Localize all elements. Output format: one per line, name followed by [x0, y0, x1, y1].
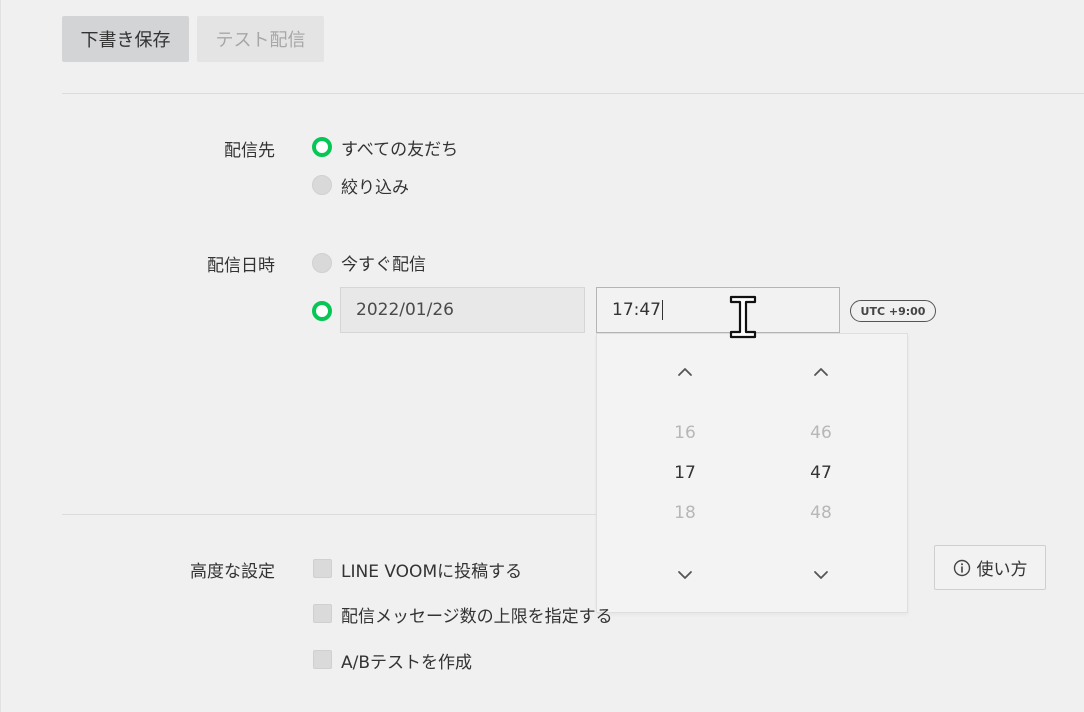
radio-all-friends-label[interactable]: すべての友だち: [341, 135, 458, 160]
info-icon: [953, 559, 970, 576]
section-divider: [62, 514, 596, 515]
radio-filter-label[interactable]: 絞り込み: [341, 173, 409, 198]
hour-column: 16 17 18: [645, 334, 725, 612]
checkbox-message-limit-label[interactable]: 配信メッセージ数の上限を指定する: [341, 602, 613, 627]
radio-filter[interactable]: [312, 175, 332, 195]
radio-send-now[interactable]: [312, 253, 332, 273]
hour-current[interactable]: 17: [645, 463, 725, 483]
test-send-button[interactable]: テスト配信: [197, 16, 324, 62]
time-input-value: 17:47: [612, 300, 661, 320]
minute-current[interactable]: 47: [781, 463, 861, 483]
schedule-label: 配信日時: [207, 256, 275, 276]
minute-next[interactable]: 48: [781, 503, 861, 523]
recipients-label: 配信先: [224, 141, 275, 161]
hour-prev[interactable]: 16: [645, 423, 725, 443]
checkbox-ab-test-label[interactable]: A/Bテストを作成: [341, 648, 472, 673]
checkbox-message-limit[interactable]: [313, 604, 332, 623]
left-edge-divider: [0, 0, 1, 712]
timezone-badge: UTC +9:00: [850, 300, 936, 322]
time-picker-dropdown: 16 17 18 46 47 48: [596, 333, 908, 613]
text-cursor-icon: [729, 295, 757, 339]
date-input[interactable]: 2022/01/26: [340, 287, 585, 333]
checkbox-line-voom-label[interactable]: LINE VOOMに投稿する: [341, 557, 522, 582]
advanced-settings-label: 高度な設定: [190, 562, 275, 582]
chevron-down-icon[interactable]: [810, 564, 832, 586]
radio-scheduled[interactable]: [312, 301, 332, 321]
checkbox-ab-test[interactable]: [313, 650, 332, 669]
help-button[interactable]: 使い方: [934, 545, 1046, 590]
hour-next[interactable]: 18: [645, 503, 725, 523]
chevron-up-icon[interactable]: [674, 361, 696, 383]
radio-all-friends[interactable]: [312, 137, 332, 157]
save-draft-button[interactable]: 下書き保存: [62, 16, 189, 62]
time-input[interactable]: 17:47: [596, 287, 840, 333]
minute-column: 46 47 48: [781, 334, 861, 612]
radio-send-now-label[interactable]: 今すぐ配信: [341, 250, 426, 275]
checkbox-line-voom[interactable]: [313, 559, 332, 578]
chevron-down-icon[interactable]: [674, 564, 696, 586]
chevron-up-icon[interactable]: [810, 361, 832, 383]
text-caret: [662, 300, 663, 320]
section-divider: [62, 93, 1084, 94]
minute-prev[interactable]: 46: [781, 423, 861, 443]
help-button-label: 使い方: [976, 560, 1028, 580]
date-input-value: 2022/01/26: [356, 300, 454, 320]
